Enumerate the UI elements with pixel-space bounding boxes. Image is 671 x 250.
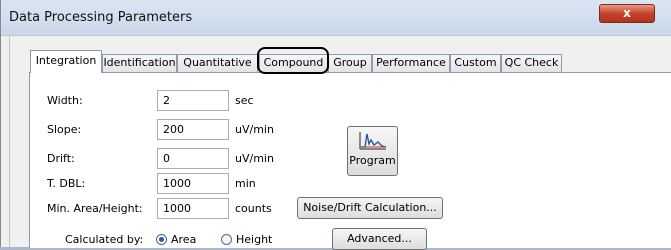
width-field[interactable]	[157, 90, 229, 111]
tab-performance[interactable]: Performance	[372, 54, 450, 72]
compound-tab-highlight	[257, 47, 329, 74]
title-bar: Data Processing Parameters x	[1, 0, 671, 36]
tab-custom[interactable]: Custom	[450, 54, 501, 72]
chromatogram-peak-icon	[359, 132, 386, 150]
tdbl-label: T. DBL:	[47, 177, 86, 190]
slope-field[interactable]	[157, 119, 229, 140]
min-area-field[interactable]	[157, 198, 229, 219]
drift-unit: uV/min	[235, 152, 274, 165]
area-radio-label: Area	[171, 233, 197, 246]
tab-label: Quantitative	[183, 56, 252, 69]
area-radio[interactable]	[156, 234, 167, 245]
tab-quantitative[interactable]: Quantitative	[177, 54, 258, 72]
noise-drift-calculation-button[interactable]: Noise/Drift Calculation...	[297, 197, 443, 219]
tab-label: QC Check	[504, 56, 559, 69]
tab-qc-check[interactable]: QC Check	[501, 54, 562, 72]
tab-identification[interactable]: Identification	[102, 54, 177, 72]
noise-drift-button-label: Noise/Drift Calculation...	[303, 201, 437, 214]
min-area-label: Min. Area/Height:	[47, 202, 143, 215]
slope-label: Slope:	[47, 123, 82, 136]
tab-label: Performance	[376, 56, 446, 69]
drift-field[interactable]	[157, 148, 229, 169]
tab-label: Custom	[454, 56, 497, 69]
tdbl-field[interactable]	[157, 173, 229, 194]
dialog-window: Data Processing Parameters x Integration…	[0, 0, 671, 250]
tab-label: Identification	[103, 56, 176, 69]
tdbl-unit: min	[235, 177, 256, 190]
tab-label: Integration	[35, 54, 97, 67]
slope-unit: uV/min	[235, 123, 274, 136]
height-radio[interactable]	[221, 234, 232, 245]
tab-integration[interactable]: Integration	[30, 50, 102, 73]
close-button[interactable]: x	[599, 4, 655, 23]
tab-group[interactable]: Group	[328, 54, 372, 72]
width-unit: sec	[235, 94, 254, 107]
drift-label: Drift:	[47, 152, 75, 165]
window-title: Data Processing Parameters	[9, 10, 193, 25]
calculated-by-label: Calculated by:	[65, 233, 144, 246]
close-icon: x	[623, 6, 631, 20]
advanced-button-label: Advanced...	[347, 232, 412, 245]
program-button[interactable]: Program	[347, 126, 398, 176]
height-radio-label: Height	[236, 233, 273, 246]
program-button-label: Program	[349, 154, 396, 167]
width-label: Width:	[47, 94, 83, 107]
min-area-unit: counts	[235, 202, 272, 215]
tab-label: Group	[333, 56, 367, 69]
